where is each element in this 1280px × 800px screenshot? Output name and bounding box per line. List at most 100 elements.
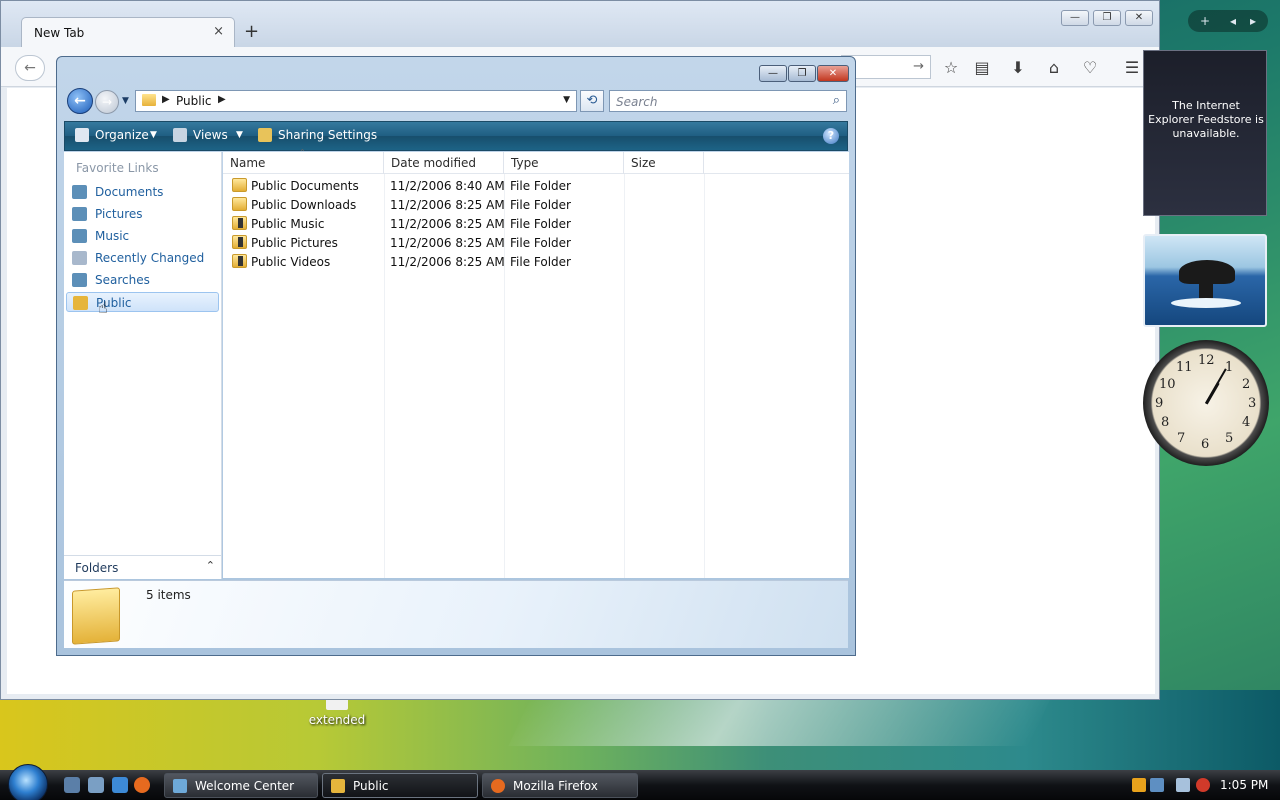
recent-pages-dropdown-icon[interactable]: ▼ (122, 96, 129, 106)
organize-dropdown-icon[interactable]: ▼ (150, 130, 157, 140)
volume-muted-icon[interactable] (1196, 778, 1210, 792)
tab-close-icon[interactable]: × (213, 24, 224, 39)
clock-number: 3 (1248, 396, 1257, 411)
nav-item-public[interactable]: Public (66, 292, 219, 312)
address-dropdown-icon[interactable]: ▼ (563, 95, 570, 105)
tab-new-tab[interactable]: New Tab × (21, 17, 235, 47)
feed-headlines-gadget[interactable]: The Internet Explorer Feedstore is unava… (1143, 50, 1267, 216)
column-header-name[interactable]: ⌃ Name (223, 148, 384, 174)
taskbar-button-label: Public (353, 779, 389, 793)
reading-list-icon[interactable]: ▤ (970, 56, 994, 80)
chevron-up-icon[interactable]: ⌃ (206, 559, 215, 572)
menu-icon[interactable]: ☰ (1120, 56, 1144, 80)
file-row[interactable]: Public Music 11/2/2006 8:25 AM File Fold… (223, 214, 849, 233)
search-input[interactable]: Search ⌕ (609, 90, 847, 112)
address-bar[interactable]: ▶ Public ▶ ▼ (135, 90, 577, 112)
organize-button[interactable]: Organize (95, 128, 149, 142)
new-tab-button[interactable]: + (244, 21, 259, 42)
downloads-icon[interactable]: ⬇ (1006, 56, 1030, 80)
show-desktop-icon[interactable] (64, 777, 80, 793)
breadcrumb-arrow-icon[interactable]: ▶ (162, 94, 170, 105)
go-icon[interactable]: → (913, 59, 924, 74)
welcome-center-icon (173, 779, 187, 793)
taskbar-button-welcome-center[interactable]: Welcome Center (164, 773, 318, 798)
videos-folder-icon (232, 254, 247, 268)
network-icon[interactable] (1176, 778, 1190, 792)
file-name: Public Pictures (251, 236, 338, 250)
taskbar-button-firefox[interactable]: Mozilla Firefox (482, 773, 638, 798)
refresh-button[interactable]: ⟲ (580, 90, 604, 112)
bookmark-star-icon[interactable]: ☆ (939, 56, 963, 80)
nav-item-searches[interactable]: Searches (66, 270, 219, 290)
searches-icon (72, 273, 87, 287)
sidebar-controls: + ◂ ▸ (1188, 10, 1268, 32)
explorer-maximize-button[interactable]: ❐ (788, 65, 816, 82)
column-header-size[interactable]: Size (624, 152, 704, 174)
minimize-button[interactable]: — (1061, 10, 1089, 26)
clock-number: 9 (1155, 396, 1164, 411)
previous-gadgets-icon[interactable]: ◂ (1222, 12, 1244, 30)
sharing-settings-button[interactable]: Sharing Settings (278, 128, 377, 142)
search-icon[interactable]: ⌕ (833, 93, 840, 108)
column-header-type[interactable]: Type (504, 152, 624, 174)
file-row[interactable]: Public Videos 11/2/2006 8:25 AM File Fol… (223, 252, 849, 271)
start-button[interactable] (8, 764, 48, 800)
details-pane: 5 items (64, 580, 848, 648)
windows-update-icon[interactable] (1150, 778, 1164, 792)
views-button[interactable]: Views (193, 128, 228, 142)
folders-toggle[interactable]: Folders ⌃ (64, 555, 222, 579)
explorer-minimize-button[interactable]: — (759, 65, 787, 82)
tab-title: New Tab (34, 26, 85, 40)
column-label: Name (230, 156, 266, 170)
pocket-icon[interactable]: ♡ (1078, 56, 1102, 80)
breadcrumb-public[interactable]: Public (176, 94, 212, 108)
add-gadget-button[interactable]: + (1194, 12, 1216, 30)
file-list: ⌃ Name Date modified Type Size Public Do… (223, 148, 849, 578)
explorer-forward-button[interactable]: → (95, 90, 119, 114)
firefox-quicklaunch-icon[interactable] (134, 777, 150, 793)
column-headers: ⌃ Name Date modified Type Size (223, 148, 849, 174)
item-count: 5 items (146, 588, 191, 602)
desktop-icon-label[interactable]: extended (300, 713, 374, 727)
water-splash-image (1171, 298, 1241, 308)
views-dropdown-icon[interactable]: ▼ (236, 130, 243, 140)
file-date: 11/2/2006 8:25 AM (390, 198, 505, 212)
taskbar-button-public[interactable]: Public (322, 773, 478, 798)
explorer-close-button[interactable]: ✕ (817, 65, 849, 82)
file-type: File Folder (510, 179, 571, 193)
file-name: Public Videos (251, 255, 331, 269)
help-icon[interactable]: ? (823, 128, 839, 144)
file-name: Public Music (251, 217, 325, 231)
nav-item-music[interactable]: Music (66, 226, 219, 246)
close-button[interactable]: ✕ (1125, 10, 1153, 26)
back-button[interactable]: ← (15, 55, 45, 81)
nav-item-pictures[interactable]: Pictures (66, 204, 219, 224)
organize-icon (75, 128, 89, 142)
internet-explorer-icon[interactable] (112, 777, 128, 793)
hand-cursor-icon: ☝ (98, 298, 108, 317)
slide-show-gadget[interactable] (1143, 234, 1267, 327)
breadcrumb-arrow-icon[interactable]: ▶ (218, 94, 226, 105)
minute-hand (1205, 368, 1227, 404)
next-gadgets-icon[interactable]: ▸ (1242, 12, 1264, 30)
maximize-button[interactable]: ❐ (1093, 10, 1121, 26)
taskbar-button-label: Mozilla Firefox (513, 779, 598, 793)
file-date: 11/2/2006 8:40 AM (390, 179, 505, 193)
taskbar: Welcome Center Public Mozilla Firefox 1:… (0, 764, 1280, 800)
nav-item-documents[interactable]: Documents (66, 182, 219, 202)
explorer-window: — ❐ ✕ ← → ▼ ▶ Public ▶ ▼ ⟲ Search ⌕ Orga… (56, 56, 856, 656)
clock-gadget[interactable]: 12 1 2 3 4 5 6 7 8 9 10 11 (1143, 340, 1269, 466)
sort-ascending-icon: ⌃ (299, 148, 306, 157)
home-icon[interactable]: ⌂ (1042, 56, 1066, 80)
nav-item-recently-changed[interactable]: Recently Changed (66, 248, 219, 268)
folder-icon (232, 197, 247, 211)
file-row[interactable]: Public Pictures 11/2/2006 8:25 AM File F… (223, 233, 849, 252)
security-shield-icon[interactable] (1132, 778, 1146, 792)
switch-windows-icon[interactable] (88, 777, 104, 793)
file-row[interactable]: Public Downloads 11/2/2006 8:25 AM File … (223, 195, 849, 214)
clock-time[interactable]: 1:05 PM (1220, 778, 1268, 792)
pictures-icon (72, 207, 87, 221)
column-header-date-modified[interactable]: Date modified (384, 152, 504, 174)
file-row[interactable]: Public Documents 11/2/2006 8:40 AM File … (223, 176, 849, 195)
explorer-back-button[interactable]: ← (67, 88, 93, 114)
